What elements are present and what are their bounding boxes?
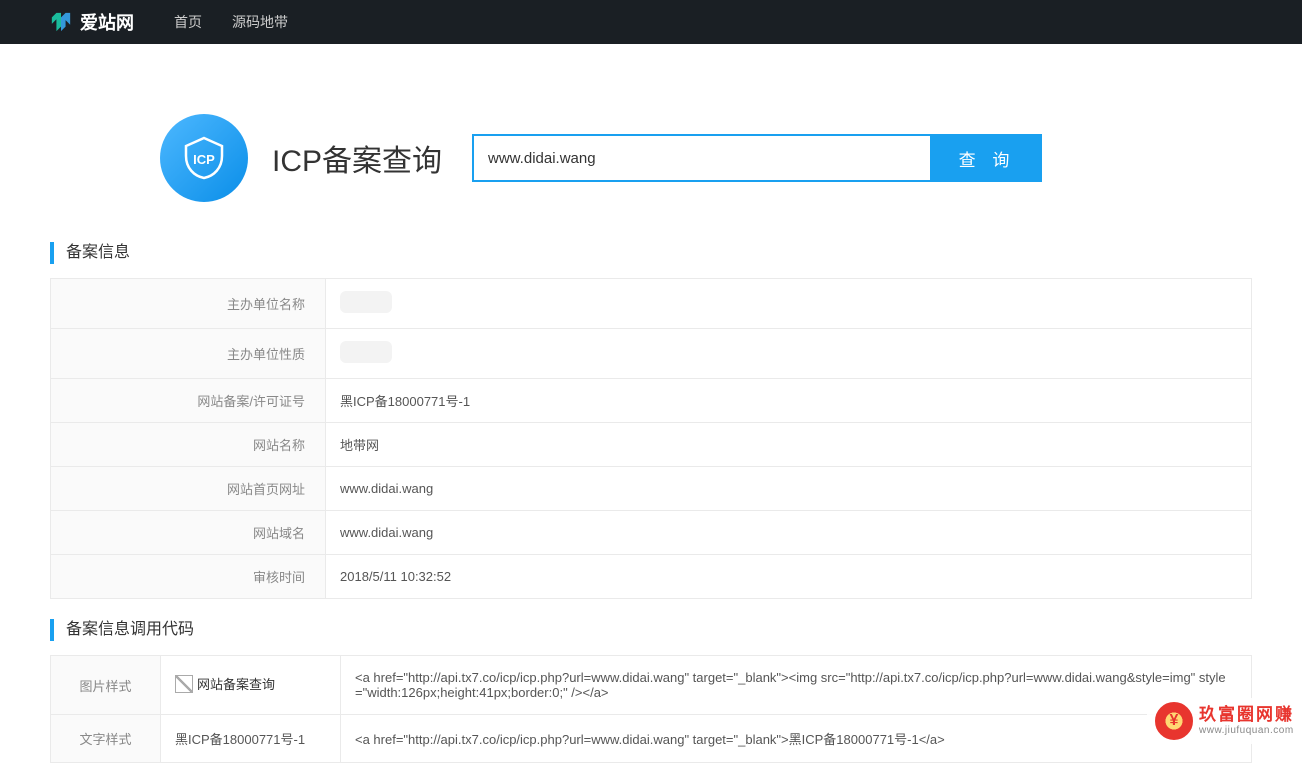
svg-text:ICP: ICP — [193, 152, 215, 167]
info-section: 备案信息 主办单位名称 主办单位性质 网站备案/许可证号 黑ICP备180007… — [0, 242, 1302, 599]
broken-image-icon: 网站备案查询 — [175, 674, 275, 693]
row-label: 文字样式 — [51, 715, 161, 763]
brand-logo[interactable]: 爱站网 — [50, 9, 134, 35]
code-cell: <a href="http://api.tx7.co/icp/icp.php?u… — [341, 656, 1252, 715]
row-label: 网站首页网址 — [51, 467, 326, 511]
row-value — [326, 279, 1252, 329]
logo-icon — [50, 11, 72, 33]
table-row: 网站备案/许可证号 黑ICP备18000771号-1 — [51, 379, 1252, 423]
info-section-title: 备案信息 — [50, 242, 1252, 264]
row-value — [326, 329, 1252, 379]
code-cell: <a href="http://api.tx7.co/icp/icp.php?u… — [341, 715, 1252, 763]
table-row: 主办单位性质 — [51, 329, 1252, 379]
icp-badge-icon: ICP — [160, 114, 248, 202]
row-label: 图片样式 — [51, 656, 161, 715]
row-value: www.didai.wang — [326, 511, 1252, 555]
search-form: 查 询 — [472, 134, 1042, 182]
brand-text: 爱站网 — [80, 9, 134, 35]
row-label: 网站域名 — [51, 511, 326, 555]
row-value: 2018/5/11 10:32:52 — [326, 555, 1252, 599]
table-row: 文字样式 黑ICP备18000771号-1 <a href="http://ap… — [51, 715, 1252, 763]
table-row: 主办单位名称 — [51, 279, 1252, 329]
page-title: ICP备案查询 — [272, 136, 442, 180]
preview-cell: 黑ICP备18000771号-1 — [161, 715, 341, 763]
row-label: 主办单位性质 — [51, 329, 326, 379]
nav-source[interactable]: 源码地带 — [232, 12, 288, 32]
row-value: www.didai.wang — [326, 467, 1252, 511]
row-label: 审核时间 — [51, 555, 326, 599]
top-navbar: 爱站网 首页 源码地带 — [0, 0, 1302, 44]
row-value: 地带网 — [326, 423, 1252, 467]
redacted-value — [340, 291, 392, 313]
watermark-text: 玖富圈网赚 www.jiufuquan.com — [1199, 705, 1294, 737]
row-label: 主办单位名称 — [51, 279, 326, 329]
watermark-url: www.jiufuquan.com — [1199, 725, 1294, 737]
query-button[interactable]: 查 询 — [932, 134, 1042, 182]
table-row: 审核时间 2018/5/11 10:32:52 — [51, 555, 1252, 599]
watermark: ¥ 玖富圈网赚 www.jiufuquan.com — [1147, 698, 1302, 744]
hero-section: ICP ICP备案查询 查 询 — [0, 44, 1302, 242]
preview-cell: 网站备案查询 — [161, 656, 341, 715]
watermark-badge-icon: ¥ — [1155, 702, 1193, 740]
table-row: 网站域名 www.didai.wang — [51, 511, 1252, 555]
info-table: 主办单位名称 主办单位性质 网站备案/许可证号 黑ICP备18000771号-1… — [50, 278, 1252, 599]
row-label: 网站备案/许可证号 — [51, 379, 326, 423]
nav-home[interactable]: 首页 — [174, 12, 202, 32]
table-row: 网站首页网址 www.didai.wang — [51, 467, 1252, 511]
watermark-cn: 玖富圈网赚 — [1199, 705, 1294, 725]
code-table: 图片样式 网站备案查询 <a href="http://api.tx7.co/i… — [50, 655, 1252, 763]
row-value: 黑ICP备18000771号-1 — [326, 379, 1252, 423]
domain-input[interactable] — [472, 134, 932, 182]
code-section-title: 备案信息调用代码 — [50, 619, 1252, 641]
redacted-value — [340, 341, 392, 363]
table-row: 图片样式 网站备案查询 <a href="http://api.tx7.co/i… — [51, 656, 1252, 715]
code-section: 备案信息调用代码 图片样式 网站备案查询 <a href="http://api… — [0, 619, 1302, 763]
table-row: 网站名称 地带网 — [51, 423, 1252, 467]
row-label: 网站名称 — [51, 423, 326, 467]
